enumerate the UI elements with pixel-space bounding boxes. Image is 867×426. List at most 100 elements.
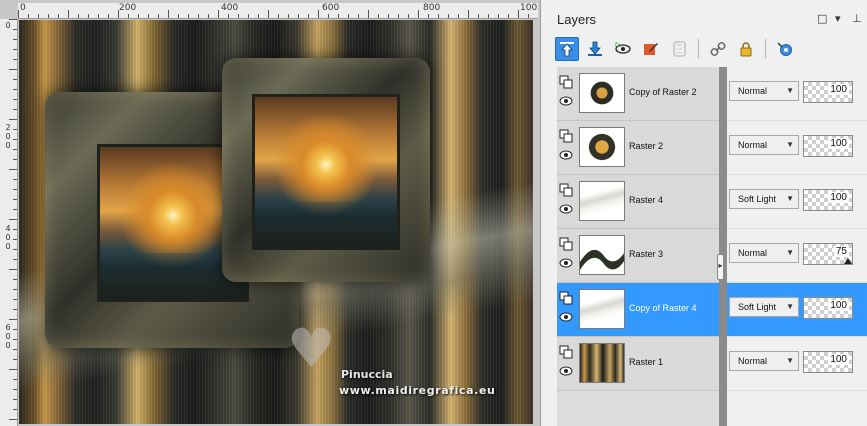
layer-group-icon[interactable]	[559, 345, 573, 359]
layer-row[interactable]: Copy of Raster 2	[557, 67, 719, 121]
blend-mode-dropdown[interactable]: Normal ▼	[729, 135, 799, 155]
ruler-tick	[118, 10, 119, 18]
ruler-tick	[438, 14, 439, 18]
layer-properties-button[interactable]	[773, 37, 797, 61]
opacity-field[interactable]: 100	[803, 189, 853, 211]
opacity-field[interactable]: 100	[803, 297, 853, 319]
eye-icon[interactable]	[559, 365, 573, 377]
opacity-field[interactable]: 75	[803, 243, 853, 265]
layer-name[interactable]: Copy of Raster 4	[629, 303, 697, 313]
ruler-tick	[13, 249, 17, 250]
ruler-tick	[298, 14, 299, 18]
ruler-tick	[288, 14, 289, 18]
ruler-label: 600	[322, 3, 340, 13]
ruler-tick	[418, 10, 419, 18]
eye-icon[interactable]	[559, 149, 573, 161]
ruler-tick	[498, 14, 499, 18]
mask-icon	[673, 41, 686, 57]
layer-name[interactable]: Raster 3	[629, 249, 663, 259]
ruler-tick	[168, 10, 169, 18]
layer-row[interactable]: Raster 3	[557, 229, 719, 283]
layer-name[interactable]: Raster 1	[629, 357, 663, 367]
maximize-button[interactable]: □	[817, 12, 827, 25]
ruler-tick	[208, 14, 209, 18]
ruler-tick	[13, 289, 17, 290]
layer-group-icon[interactable]	[559, 75, 573, 89]
opacity-value: 100	[828, 84, 849, 95]
dropdown-arrow-icon: ▼	[786, 86, 794, 95]
eye-icon[interactable]	[559, 257, 573, 269]
ruler-tick	[228, 14, 229, 18]
ruler-tick	[13, 309, 17, 310]
opacity-value: 75	[833, 246, 849, 257]
ruler-tick	[368, 10, 369, 18]
ruler-tick	[308, 14, 309, 18]
layer-thumbnail	[579, 181, 625, 221]
move-layer-up-button[interactable]	[555, 37, 579, 61]
layer-row[interactable]: Raster 1	[557, 337, 719, 391]
layer-name[interactable]: Raster 4	[629, 195, 663, 205]
blend-mode-dropdown[interactable]: Soft Light ▼	[729, 189, 799, 209]
ruler-label: 200	[119, 3, 137, 13]
eye-icon[interactable]	[559, 203, 573, 215]
blend-mode-value: Normal	[738, 86, 768, 96]
horizontal-ruler: 0 200 400 600 800 100	[18, 3, 538, 19]
ruler-tick	[13, 59, 17, 60]
mask-button[interactable]	[667, 37, 691, 61]
layer-list-splitter-bar[interactable]	[719, 67, 727, 426]
opacity-field[interactable]: 100	[803, 135, 853, 157]
layer-row[interactable]: Raster 4	[557, 175, 719, 229]
layer-name[interactable]: Raster 2	[629, 141, 663, 151]
layer-group-icon[interactable]	[559, 183, 573, 197]
image-canvas[interactable]: ♥ Pinuccia www.maidiregrafica.eu	[19, 20, 533, 424]
blend-mode-dropdown[interactable]: Soft Light ▼	[729, 297, 799, 317]
app-window: 0 200 400 600 800 100 0 200 400 600 ♥ Pi…	[0, 0, 867, 426]
move-layer-down-button[interactable]	[583, 37, 607, 61]
layer-name[interactable]: Copy of Raster 2	[629, 87, 697, 97]
eye-icon[interactable]	[559, 311, 573, 323]
lock-icon	[740, 42, 752, 57]
layer-row-icons	[559, 291, 575, 323]
ruler-tick	[13, 29, 17, 30]
toolbar-separator	[765, 39, 766, 59]
ruler-tick	[13, 359, 17, 360]
blend-mode-dropdown[interactable]: Normal ▼	[729, 243, 799, 263]
ruler-tick	[13, 299, 17, 300]
ruler-tick	[13, 279, 17, 280]
pin-button[interactable]: ⊥	[852, 12, 862, 25]
ruler-tick	[488, 14, 489, 18]
ruler-tick	[158, 14, 159, 18]
ruler-tick	[48, 14, 49, 18]
layer-group-icon[interactable]	[559, 237, 573, 251]
ruler-label: 800	[423, 3, 441, 13]
blend-mode-dropdown[interactable]: Normal ▼	[729, 351, 799, 371]
visibility-toggle-icon: fx	[615, 42, 631, 54]
layer-group-icon[interactable]	[559, 129, 573, 143]
ruler-tick	[328, 14, 329, 18]
layer-properties-row: Normal ▼ 100	[727, 337, 867, 391]
ruler-tick	[13, 189, 17, 190]
ruler-tick	[358, 14, 359, 18]
lock-button[interactable]	[734, 37, 758, 61]
ruler-tick	[13, 349, 17, 350]
ruler-tick	[13, 329, 17, 330]
ruler-tick	[238, 14, 239, 18]
eye-icon[interactable]	[559, 95, 573, 107]
ruler-tick	[38, 14, 39, 18]
ruler-tick	[478, 14, 479, 18]
blend-mode-dropdown[interactable]: Normal ▼	[729, 81, 799, 101]
edit-selection-button[interactable]	[639, 37, 663, 61]
layer-properties-icon	[777, 42, 792, 56]
palette-menu-button[interactable]: ▾	[835, 12, 841, 25]
ruler-tick	[13, 159, 17, 160]
opacity-field[interactable]: 100	[803, 81, 853, 103]
layer-row-selected[interactable]: Copy of Raster 4	[557, 283, 719, 337]
link-button[interactable]	[706, 37, 730, 61]
ruler-tick	[18, 10, 19, 18]
visibility-toggle-button[interactable]: fx	[611, 37, 635, 61]
layer-group-icon[interactable]	[559, 291, 573, 305]
layer-row[interactable]: Raster 2	[557, 121, 719, 175]
opacity-field[interactable]: 100	[803, 351, 853, 373]
splitter-handle-icon[interactable]: ▸	[717, 254, 724, 280]
move-layer-down-icon	[588, 41, 602, 56]
